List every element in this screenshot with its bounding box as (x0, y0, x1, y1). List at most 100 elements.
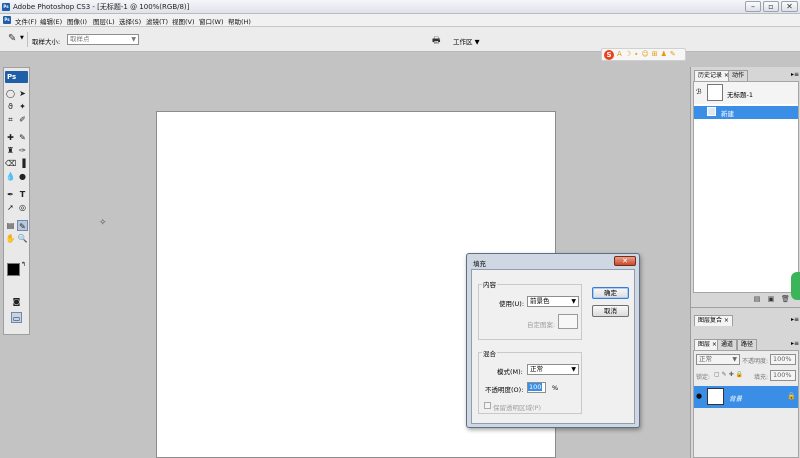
delete-state-icon[interactable]: 🗑 (781, 295, 790, 303)
layer-blend-mode-select[interactable]: 正常 ▼ (696, 354, 740, 365)
layer-opacity-label: 不透明度: (742, 358, 769, 365)
crop-tool-icon[interactable]: ⌗ (5, 114, 16, 125)
ime-toolbar[interactable]: S A☽∙☺⊞♟✎ (601, 48, 686, 61)
snapshot-thumbnail (707, 84, 723, 101)
printer-icon[interactable]: 🖶 (432, 33, 441, 49)
eyedropper-tool-icon[interactable]: ✎ (17, 220, 28, 231)
history-brush-tool-icon[interactable]: ✑ (17, 145, 28, 156)
content-group (478, 284, 582, 340)
menu-edit[interactable]: 编辑(E) (40, 16, 62, 26)
foreground-color-swatch[interactable] (7, 263, 20, 276)
swap-colors-icon[interactable]: ↰ (21, 261, 26, 268)
marquee-tool-icon[interactable]: ◯ (5, 88, 16, 99)
custom-pattern-picker[interactable] (558, 314, 578, 329)
opacity-input[interactable]: 100 (527, 382, 546, 393)
pen-tool-icon[interactable]: ✒ (5, 189, 16, 200)
menu-file[interactable]: 文件(F) (15, 16, 37, 26)
panel-menu-icon[interactable]: ▸≡ (791, 316, 799, 323)
lock-icons[interactable]: ▢✎✚🔒 (714, 371, 745, 378)
document-icon[interactable]: Ps (3, 16, 11, 24)
workspace-button[interactable]: 工作区 ▼ (453, 36, 480, 46)
clone-stamp-tool-icon[interactable]: ♜ (5, 145, 16, 156)
tab-actions[interactable]: 动作 (728, 70, 749, 81)
menu-bar: Ps 文件(F) 编辑(E) 图像(I) 图层(L) 选择(S) 滤镜(T) 视… (0, 14, 800, 27)
preserve-transparency-label: 保留透明区域(P) (493, 404, 541, 412)
dialog-close-button[interactable]: ✕ (614, 256, 636, 266)
tab-paths[interactable]: 路径 (737, 339, 758, 350)
path-selection-tool-icon[interactable]: ➚ (5, 202, 16, 213)
eyedropper-icon[interactable]: ✎ (8, 33, 16, 44)
toolbox-logo: Ps (5, 71, 28, 83)
eye-visibility-icon[interactable]: ● (696, 392, 702, 400)
type-tool-icon[interactable]: T (17, 189, 28, 200)
use-select[interactable]: 前景色 ▼ (527, 296, 579, 307)
ime-tools-icon[interactable]: A☽∙☺⊞♟✎ (617, 50, 679, 58)
lasso-tool-icon[interactable]: ϑ (5, 101, 16, 112)
layer-opacity-input[interactable]: 100% (770, 354, 796, 365)
workspace-label: 工作区 (453, 38, 473, 46)
blur-tool-icon[interactable]: 💧 (5, 171, 16, 182)
menu-window[interactable]: 窗口(W) (199, 16, 224, 26)
layer-fill-value: 100% (773, 371, 792, 379)
layer-fill-input[interactable]: 100% (770, 370, 796, 381)
use-value: 前景色 (530, 297, 550, 305)
menu-layer[interactable]: 图层(L) (93, 16, 115, 26)
history-snapshot-row[interactable]: ℬ 无标题-1 (694, 82, 798, 104)
hand-tool-icon[interactable]: ✋ (5, 233, 16, 244)
maximize-button[interactable]: ▫ (763, 1, 779, 12)
floating-widget-icon[interactable] (791, 272, 800, 300)
layer-blend-mode-value: 正常 (699, 355, 712, 363)
brush-tool-icon[interactable]: ✎ (17, 132, 28, 143)
opacity-unit: % (552, 384, 559, 392)
sample-size-select[interactable]: 取样点 ▼ (67, 34, 139, 45)
gradient-tool-icon[interactable]: ▐ (17, 158, 28, 169)
tab-history-label: 历史记录 (698, 72, 723, 79)
notes-tool-icon[interactable]: ▤ (5, 220, 16, 231)
shape-tool-icon[interactable]: ◎ (17, 202, 28, 213)
mode-select[interactable]: 正常 ▼ (527, 364, 579, 375)
close-button[interactable]: ✕ (781, 1, 798, 12)
ok-button[interactable]: 确定 (592, 287, 629, 299)
preserve-transparency-checkbox[interactable] (484, 402, 491, 409)
dodge-tool-icon[interactable]: ● (17, 171, 28, 182)
history-item-label: 新建 (721, 110, 734, 118)
menu-help[interactable]: 帮助(H) (228, 16, 251, 26)
chevron-down-icon[interactable]: ▼ (20, 35, 24, 41)
content-group-title: 内容 (482, 279, 497, 289)
history-item-row[interactable]: 新建 (694, 106, 798, 119)
title-bar: Ps Adobe Photoshop CS3 - [无标题-1 @ 100%(R… (0, 0, 800, 14)
healing-brush-tool-icon[interactable]: ✚ (5, 132, 16, 143)
layer-row[interactable]: ● 背景 🔒 (694, 386, 798, 408)
menu-filter[interactable]: 滤镜(T) (146, 16, 168, 26)
toolbox: Ps ◯ ➤ ϑ ✦ ⌗ ✐ ✚ ✎ ♜ ✑ ⌫ ▐ 💧 ● ✒ T ➚ ◎ ▤… (3, 67, 30, 335)
blend-group-title: 混合 (482, 348, 497, 358)
chevron-down-icon: ▼ (571, 298, 576, 305)
mode-value: 正常 (530, 365, 543, 373)
panel-divider (691, 307, 800, 308)
move-tool-icon[interactable]: ➤ (17, 88, 28, 99)
eraser-tool-icon[interactable]: ⌫ (5, 158, 16, 169)
zoom-tool-icon[interactable]: 🔍 (17, 233, 28, 244)
cancel-button[interactable]: 取消 (592, 305, 629, 317)
magic-wand-tool-icon[interactable]: ✦ (17, 101, 28, 112)
menu-image[interactable]: 图像(I) (67, 16, 87, 26)
screen-mode-icon[interactable]: ▭ (11, 312, 22, 323)
new-document-from-state-icon[interactable]: ▤ (753, 295, 761, 303)
menu-view[interactable]: 视图(V) (172, 16, 195, 26)
custom-pattern-label: 自定图案: (527, 321, 556, 329)
dialog-title: 填充 (473, 260, 486, 268)
panel-menu-icon[interactable]: ▸≡ (791, 71, 799, 78)
history-list: ℬ 无标题-1 新建 (693, 81, 799, 293)
slice-tool-icon[interactable]: ✐ (17, 114, 28, 125)
quick-mask-icon[interactable]: ◙ (11, 296, 22, 307)
tab-layer-comps[interactable]: 图层复合 × (694, 315, 733, 326)
panel-menu-icon[interactable]: ▸≡ (791, 340, 799, 347)
minimize-button[interactable]: – (745, 1, 761, 12)
sample-size-label: 取样大小: (32, 38, 61, 46)
history-brush-source-icon[interactable]: ℬ (696, 88, 702, 96)
cursor-crosshair-icon: ✧ (99, 218, 107, 228)
tab-channels[interactable]: 通道 (717, 339, 738, 350)
layers-panel-body: 正常 ▼ 不透明度: 100% 锁定: ▢✎✚🔒 填充: 100% ● 背景 🔒 (693, 350, 799, 458)
new-snapshot-icon[interactable]: ▣ (767, 295, 775, 303)
menu-select[interactable]: 选择(S) (119, 16, 141, 26)
